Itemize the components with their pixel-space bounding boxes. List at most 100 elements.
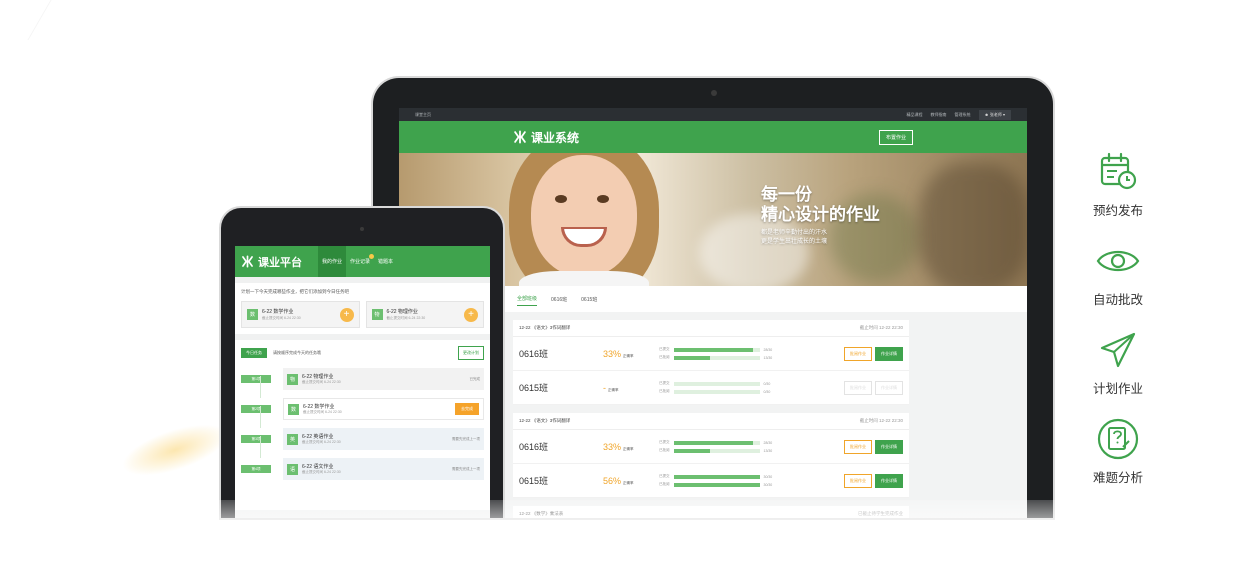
timeline-line <box>260 376 261 398</box>
calendar-clock-icon <box>1100 152 1137 190</box>
task-status: 已完成 <box>469 376 481 381</box>
accuracy-value: - <box>603 382 606 393</box>
feature-plan-homework: 计划作业 <box>1078 328 1158 397</box>
task-row: 第2项 数 6-22 数学作业 截止提交时间 6-24 22:30 去完成 <box>241 398 484 428</box>
tablet-nav: 我的作业 作业记录 错题本 <box>318 246 397 277</box>
accuracy-label: 正确率 <box>608 387 619 392</box>
homework-details-button[interactable]: 作业详情 <box>875 380 903 395</box>
topbar-link-admin[interactable]: 管理系统 <box>955 112 971 118</box>
submitted-progress-fill <box>673 474 760 479</box>
nav-homework-records[interactable]: 作业记录 <box>346 246 375 277</box>
progress-bars: 已提交 28/30 已批阅 13/30 <box>659 439 779 455</box>
topbar-link-guide[interactable]: 教师指南 <box>931 112 947 118</box>
today-tag: 今日任务 <box>241 348 267 358</box>
task-card[interactable]: 物 6-22 物理作业 截止提交时间 6-24 22:30 已完成 <box>283 368 484 390</box>
task-status: 需要先完成上一项 <box>452 436 480 441</box>
topbar-link-courses[interactable]: 精品课程 <box>907 112 923 118</box>
tablet-camera <box>360 227 364 231</box>
change-plan-button[interactable]: 更改计划 <box>458 346 484 360</box>
hero-text: 每一份 精心设计的作业 都是老师辛勤付出的汗水 更是学生茁壮成长的土壤 <box>761 185 880 247</box>
home-link[interactable]: 课堂主页 <box>415 112 431 118</box>
task-step: 第1项 <box>241 375 271 383</box>
subject-badge: 英 <box>287 433 298 445</box>
tablet-screen: 课业平台 我的作业 作业记录 错题本 计划一下今天完成哪些作业，把它们添加到今日… <box>235 246 490 518</box>
go-complete-button[interactable]: 去完成 <box>455 403 479 415</box>
app-title: 课业系统 <box>531 130 580 145</box>
plan-hint: 计划一下今天完成哪些作业，把它们添加到今日任务吧 <box>241 289 349 294</box>
accuracy-value: 33% <box>603 441 622 452</box>
plan-cards: 数 6-22 数学作业 截止提交时间 6-24 22:30 + 物 6-22 物… <box>241 301 484 328</box>
submitted-count: 30/30 <box>763 474 773 479</box>
task-card[interactable]: 英 6-22 英语作业 截止提交时间 6-24 22:30 需要先完成上一项 <box>283 428 484 450</box>
accuracy-label: 正确率 <box>623 446 634 451</box>
plan-card: 物 6-22 物理作业 截止提交时间 6-24 22:30 + <box>365 301 484 328</box>
subject-badge: 物 <box>371 309 383 320</box>
grade-homework-button[interactable]: 批阅作业 <box>844 473 872 488</box>
grade-homework-button[interactable]: 批阅作业 <box>844 439 872 454</box>
task-deadline: 截止提交时间 6-24 22:30 <box>302 380 341 384</box>
graded-label: 已批阅 <box>659 389 670 393</box>
today-section: 今日任务 请按顺序完成今天的任务哦 更改计划 第1项 物 6-22 物理作业 截… <box>235 340 490 510</box>
app-logo[interactable]: 课业系统 <box>513 129 579 146</box>
top-bar: 课堂主页 精品课程 教师指南 管理系统 ☻ 张老师 ▾ <box>399 108 1027 121</box>
plan-homework-name: 6-22 数学作业 <box>262 309 294 315</box>
decor-glow <box>116 413 234 487</box>
accuracy-value: 33% <box>603 348 622 359</box>
plan-card: 数 6-22 数学作业 截止提交时间 6-24 22:30 + <box>241 301 360 328</box>
subject-badge: 数 <box>247 309 258 320</box>
accuracy: 33% 正确率 <box>603 349 659 359</box>
plan-homework-name: 6-22 物理作业 <box>386 309 418 315</box>
nav-mistake-book[interactable]: 错题本 <box>374 246 397 277</box>
progress-bars: 已提交 30/30 已批阅 30/30 <box>659 473 779 489</box>
feature-scheduled-publish: 预约发布 <box>1078 150 1158 219</box>
homework-title: 12-22 《语文》3作词翻译 <box>519 325 571 330</box>
graded-count: 13/30 <box>763 448 773 453</box>
assign-homework-button[interactable]: 布置作业 <box>878 129 913 145</box>
accuracy-value: 56% <box>603 475 622 486</box>
submitted-progress-fill <box>673 347 754 352</box>
today-message: 请按顺序完成今天的任务哦 <box>273 350 321 355</box>
tab-all-classes[interactable]: 全部班级 <box>517 292 538 306</box>
graded-count: 0/30 <box>763 389 771 394</box>
tablet-logo[interactable]: 课业平台 <box>241 254 302 270</box>
add-to-today-button[interactable]: + <box>464 307 478 322</box>
task-status: 需要先完成上一项 <box>452 466 480 471</box>
user-menu[interactable]: ☻ 张老师 ▾ <box>978 109 1011 120</box>
submitted-progress-bar <box>673 381 760 386</box>
accuracy-label: 正确率 <box>623 480 634 485</box>
question-doc-icon <box>1097 418 1139 460</box>
task-deadline: 截止提交时间 6-24 22:30 <box>303 410 342 414</box>
homework-details-button[interactable]: 作业详情 <box>875 439 903 454</box>
submitted-label: 已提交 <box>659 347 670 351</box>
accuracy: 33% 正确率 <box>603 442 659 452</box>
accuracy: - 正确率 <box>603 383 659 393</box>
tab-0615[interactable]: 0615班 <box>581 293 597 306</box>
submitted-label: 已提交 <box>659 440 670 444</box>
class-row: 0616班 33% 正确率 已提交 28/30 已批阅 13/30 批阅作业 作… <box>513 430 909 464</box>
grade-homework-button[interactable]: 批阅作业 <box>844 380 872 395</box>
homework-details-button[interactable]: 作业详情 <box>875 473 903 488</box>
task-name: 6-22 英语作业 <box>302 434 334 440</box>
progress-bars: 已提交 28/30 已批阅 13/30 <box>659 346 779 362</box>
subject-badge: 语 <box>287 463 298 475</box>
task-step: 第4项 <box>241 465 271 473</box>
subject-badge: 数 <box>288 403 299 415</box>
submitted-progress-bar <box>673 474 760 479</box>
tab-0616[interactable]: 0616班 <box>551 293 567 306</box>
grade-homework-button[interactable]: 批阅作业 <box>844 346 872 361</box>
task-name: 6-22 语文作业 <box>302 464 334 470</box>
class-name: 0615班 <box>519 476 549 486</box>
paper-plane-icon <box>1100 332 1136 368</box>
hero-line2: 精心设计的作业 <box>761 205 880 224</box>
laptop-camera <box>711 90 717 96</box>
homework-details-button[interactable]: 作业详情 <box>875 346 903 361</box>
task-card[interactable]: 语 6-22 语文作业 截止提交时间 6-24 22:30 需要先完成上一项 <box>283 458 484 480</box>
task-card[interactable]: 数 6-22 数学作业 截止提交时间 6-24 22:30 去完成 <box>283 398 484 420</box>
decor-line <box>0 0 52 40</box>
nav-my-homework[interactable]: 我的作业 <box>318 246 347 277</box>
graded-progress-fill <box>673 482 760 487</box>
class-name: 0616班 <box>519 442 549 452</box>
add-to-today-button[interactable]: + <box>339 307 354 322</box>
task-row: 第3项 英 6-22 英语作业 截止提交时间 6-24 22:30 需要先完成上… <box>241 428 484 458</box>
graded-progress-fill <box>673 355 711 360</box>
